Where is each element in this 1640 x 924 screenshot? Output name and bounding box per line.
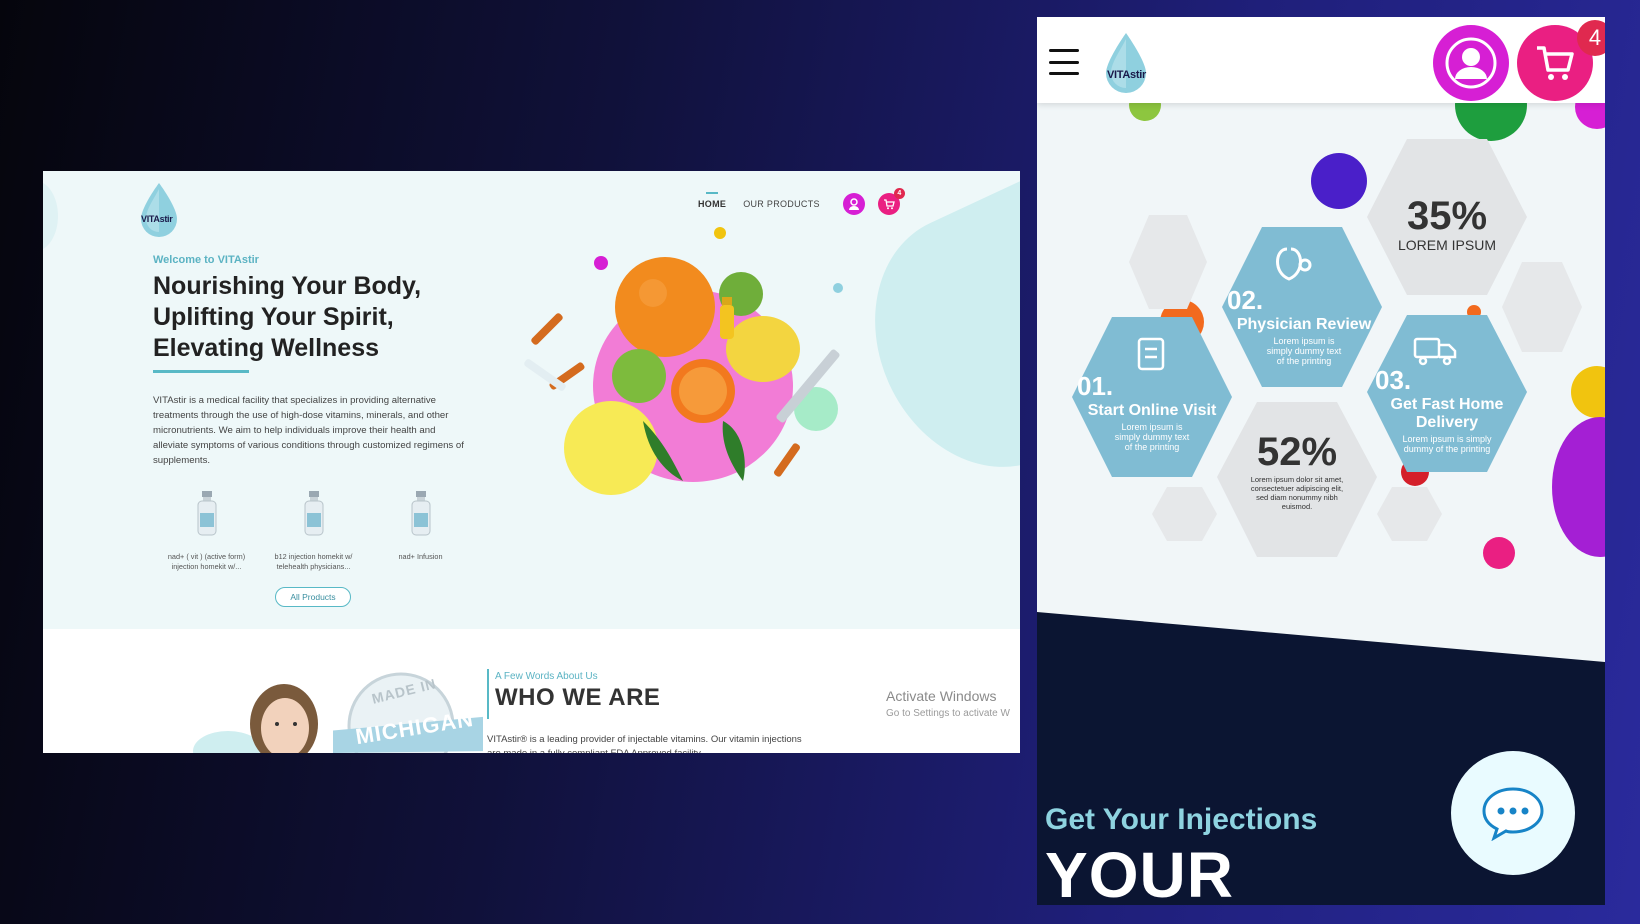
about-description: VITAstir® is a leading provider of injec… [487,734,802,753]
logo-drop-icon[interactable] [1103,31,1149,95]
stat-52: 52% Lorem ipsum dolor sit amet, consecte… [1250,430,1344,511]
main-nav: HOME OUR PRODUCTS 4 [698,188,905,215]
hero-description: VITAstir is a medical facility that spec… [153,395,464,466]
product-card[interactable]: nad+ ( vit ) (active form) injection hom… [153,491,260,572]
cta-heading: Get Your Injections [1045,803,1318,836]
logo-text: VITAstir [141,214,173,224]
cta-big-text: YOUR [1045,839,1234,905]
mobile-preview: VITAstir 4 02. Physician Review Lorem ip… [1037,17,1605,905]
product-card[interactable]: nad+ Infusion [367,491,474,572]
about-label: A Few Words About Us [495,671,598,682]
product-card[interactable]: b12 injection homekit w/ telehealth phys… [260,491,367,572]
user-icon[interactable] [842,193,865,215]
hero-title: Nourishing Your Body, Uplifting Your Spi… [153,272,422,362]
cart-badge: 4 [893,188,905,199]
hamburger-menu-icon[interactable] [1049,49,1079,75]
stat-35: 35% LOREM IPSUM [1397,194,1496,253]
about-title: WHO WE ARE [495,684,661,711]
cart-badge: 4 [1577,20,1605,56]
windows-watermark-sub: Go to Settings to activate W [886,708,1010,719]
vial-icon [304,491,323,536]
fruit-illustration [524,227,843,495]
title-underline [153,370,249,373]
woman-photo [250,684,318,753]
product-name: b12 injection homekit w/ telehealth phys… [274,552,353,571]
all-products-button[interactable]: All Products [275,587,351,607]
product-name: nad+ ( vit ) (active form) injection hom… [167,552,246,571]
product-list: nad+ ( vit ) (active form) injection hom… [153,491,483,572]
mobile-header: VITAstir 4 [1037,17,1605,103]
vial-icon [197,491,216,536]
vial-icon [411,491,430,536]
user-icon[interactable] [1433,25,1509,101]
nav-products[interactable]: OUR PRODUCTS [743,199,820,209]
logo-drop-icon[interactable] [138,181,180,239]
decor-blob [43,181,58,251]
step-02: 02. Physician Review Lorem ipsum is simp… [1227,285,1372,366]
step-01: 01. Start Online Visit Lorem ipsum is si… [1077,371,1217,452]
product-name: nad+ Infusion [398,552,443,561]
hero-section: VITAstir HOME OUR PRODUCTS 4 Welcome to … [43,171,1020,629]
desktop-preview: VITAstir HOME OUR PRODUCTS 4 Welcome to … [43,171,1020,753]
logo-text: VITAstir [1107,69,1146,81]
cart-icon[interactable]: 4 [877,188,905,215]
step-03: 03. Get Fast Home Delivery Lorem ipsum i… [1375,365,1504,454]
windows-watermark-title: Activate Windows [886,688,997,704]
welcome-label: Welcome to VITAstir [153,254,259,266]
nav-home[interactable]: HOME [698,192,726,209]
about-accent-bar [487,669,489,719]
chat-widget-button[interactable] [1451,751,1575,875]
chat-icon [1482,787,1544,841]
